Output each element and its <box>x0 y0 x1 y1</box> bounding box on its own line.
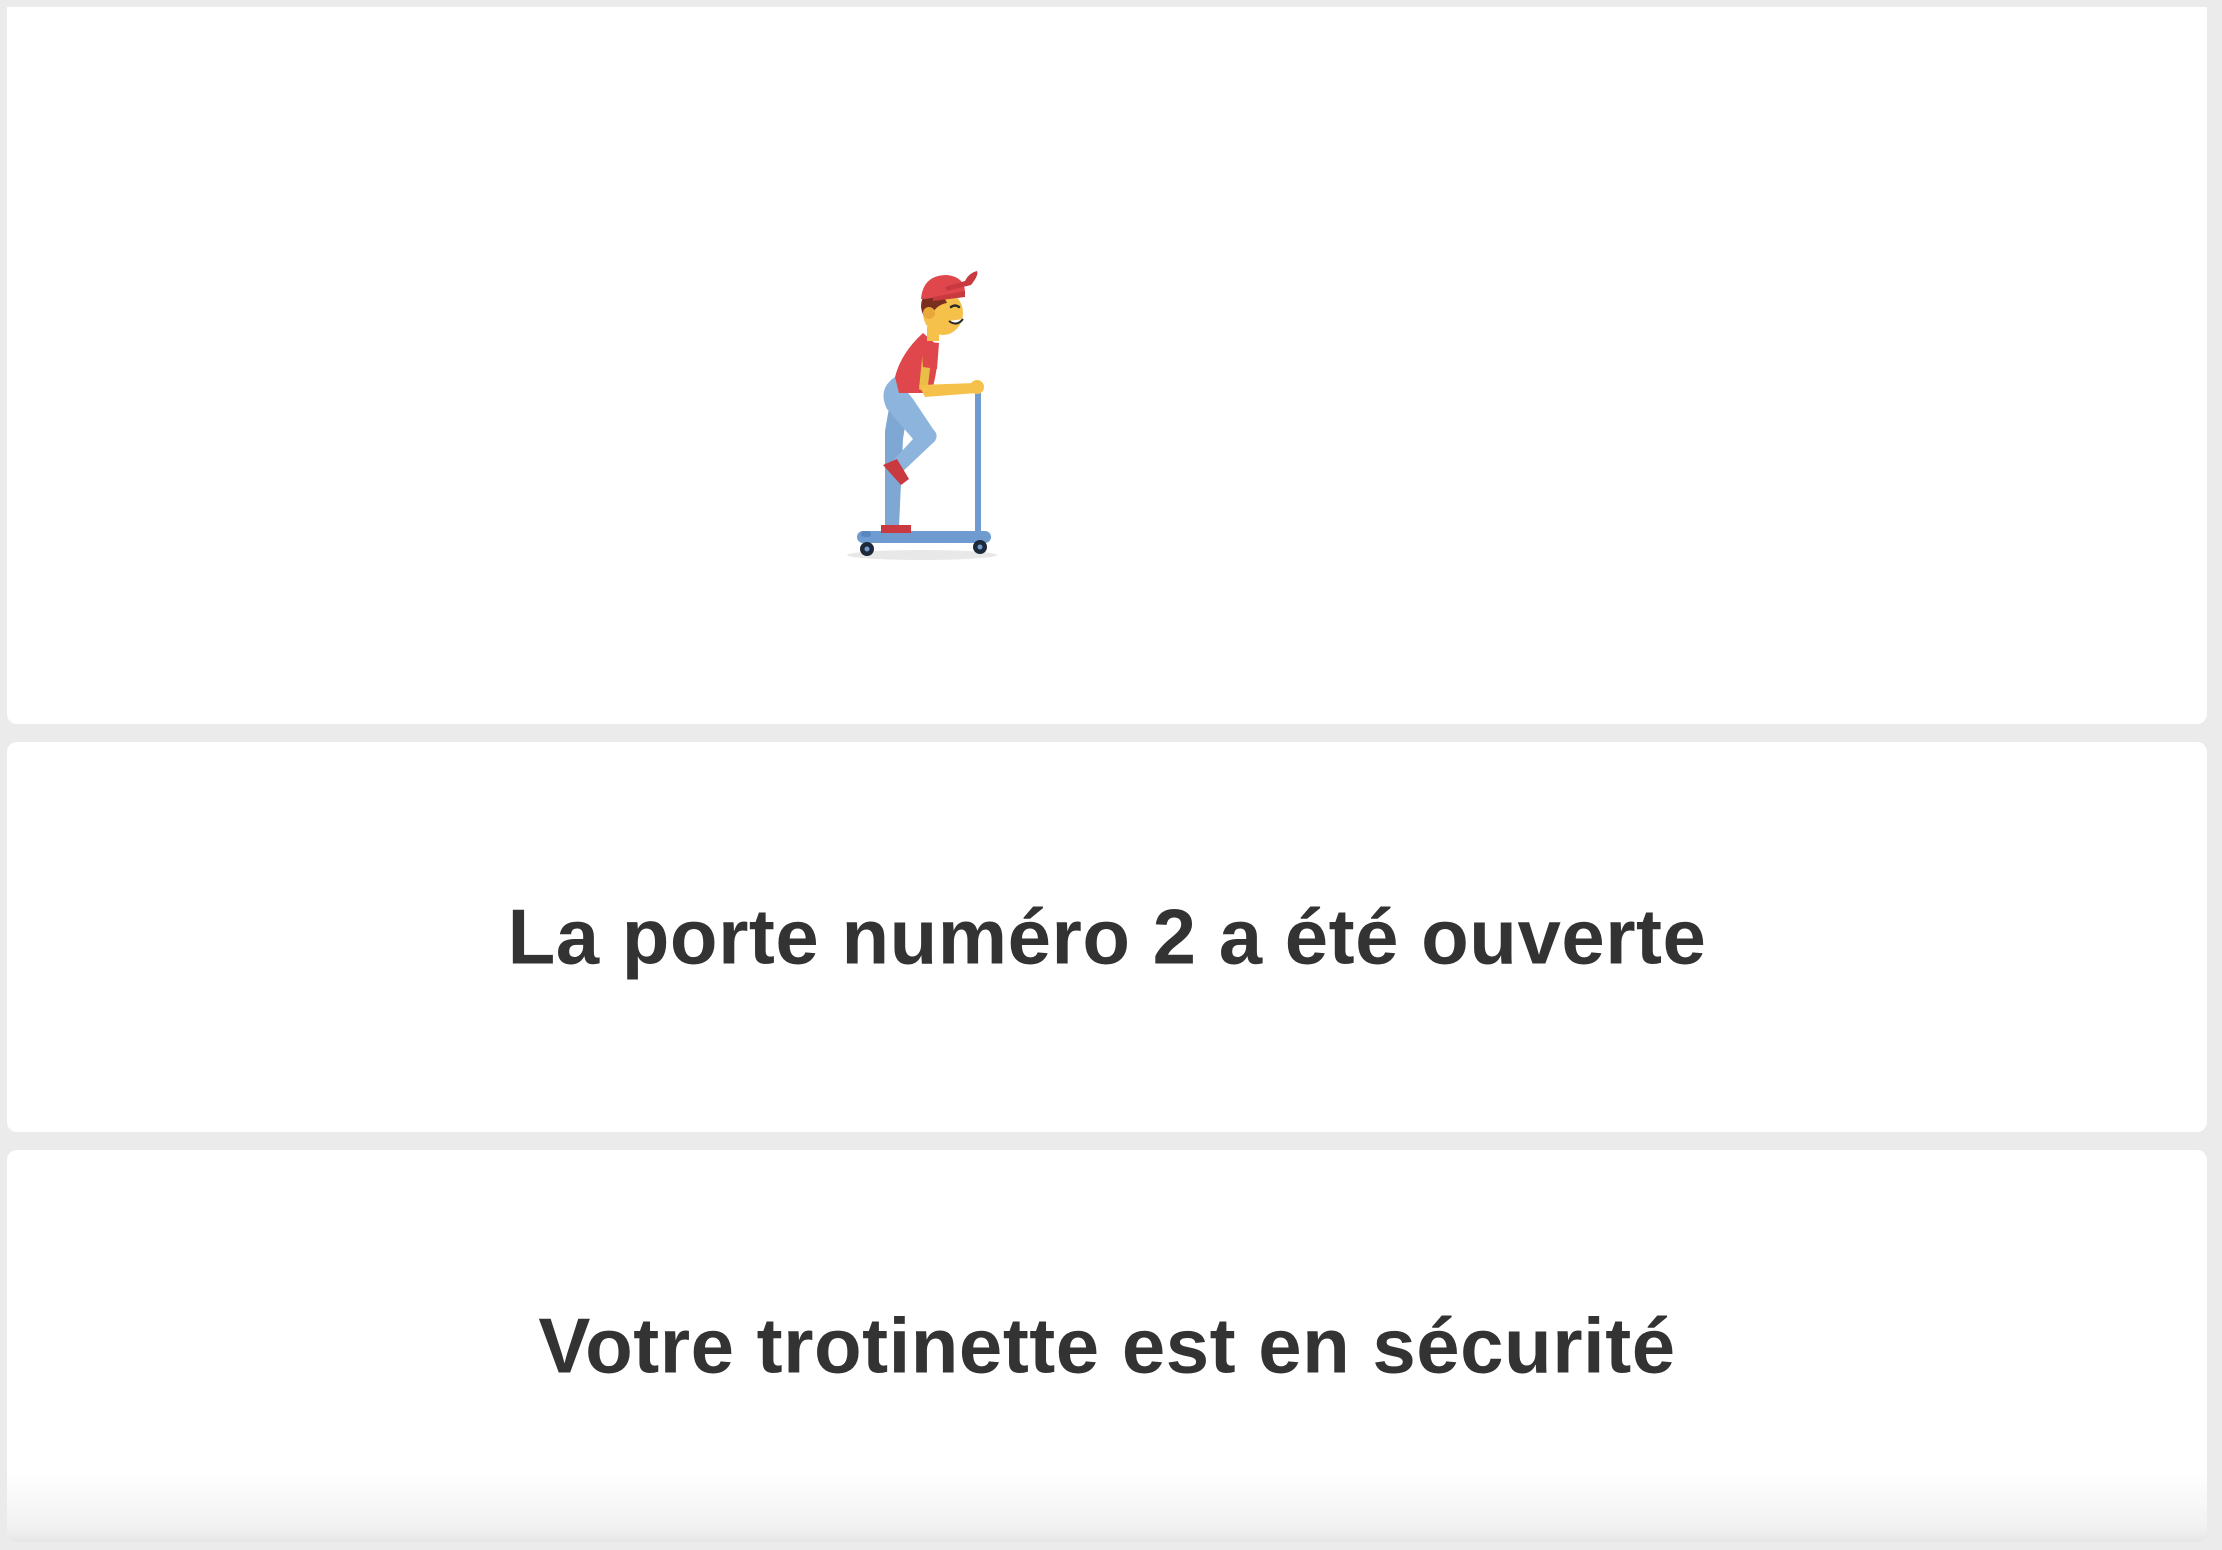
scooter-secure-message: Votre trotinette est en sécurité <box>538 1301 1676 1390</box>
illustration-card <box>7 7 2207 724</box>
door-opened-message: La porte numéro 2 a été ouverte <box>507 892 1707 981</box>
security-status-card: Votre trotinette est en sécurité <box>7 1150 2207 1542</box>
kid-on-scooter-icon <box>847 271 997 560</box>
door-status-card: La porte numéro 2 a été ouverte <box>7 742 2207 1132</box>
page: La porte numéro 2 a été ouverte Votre tr… <box>0 0 2222 1550</box>
